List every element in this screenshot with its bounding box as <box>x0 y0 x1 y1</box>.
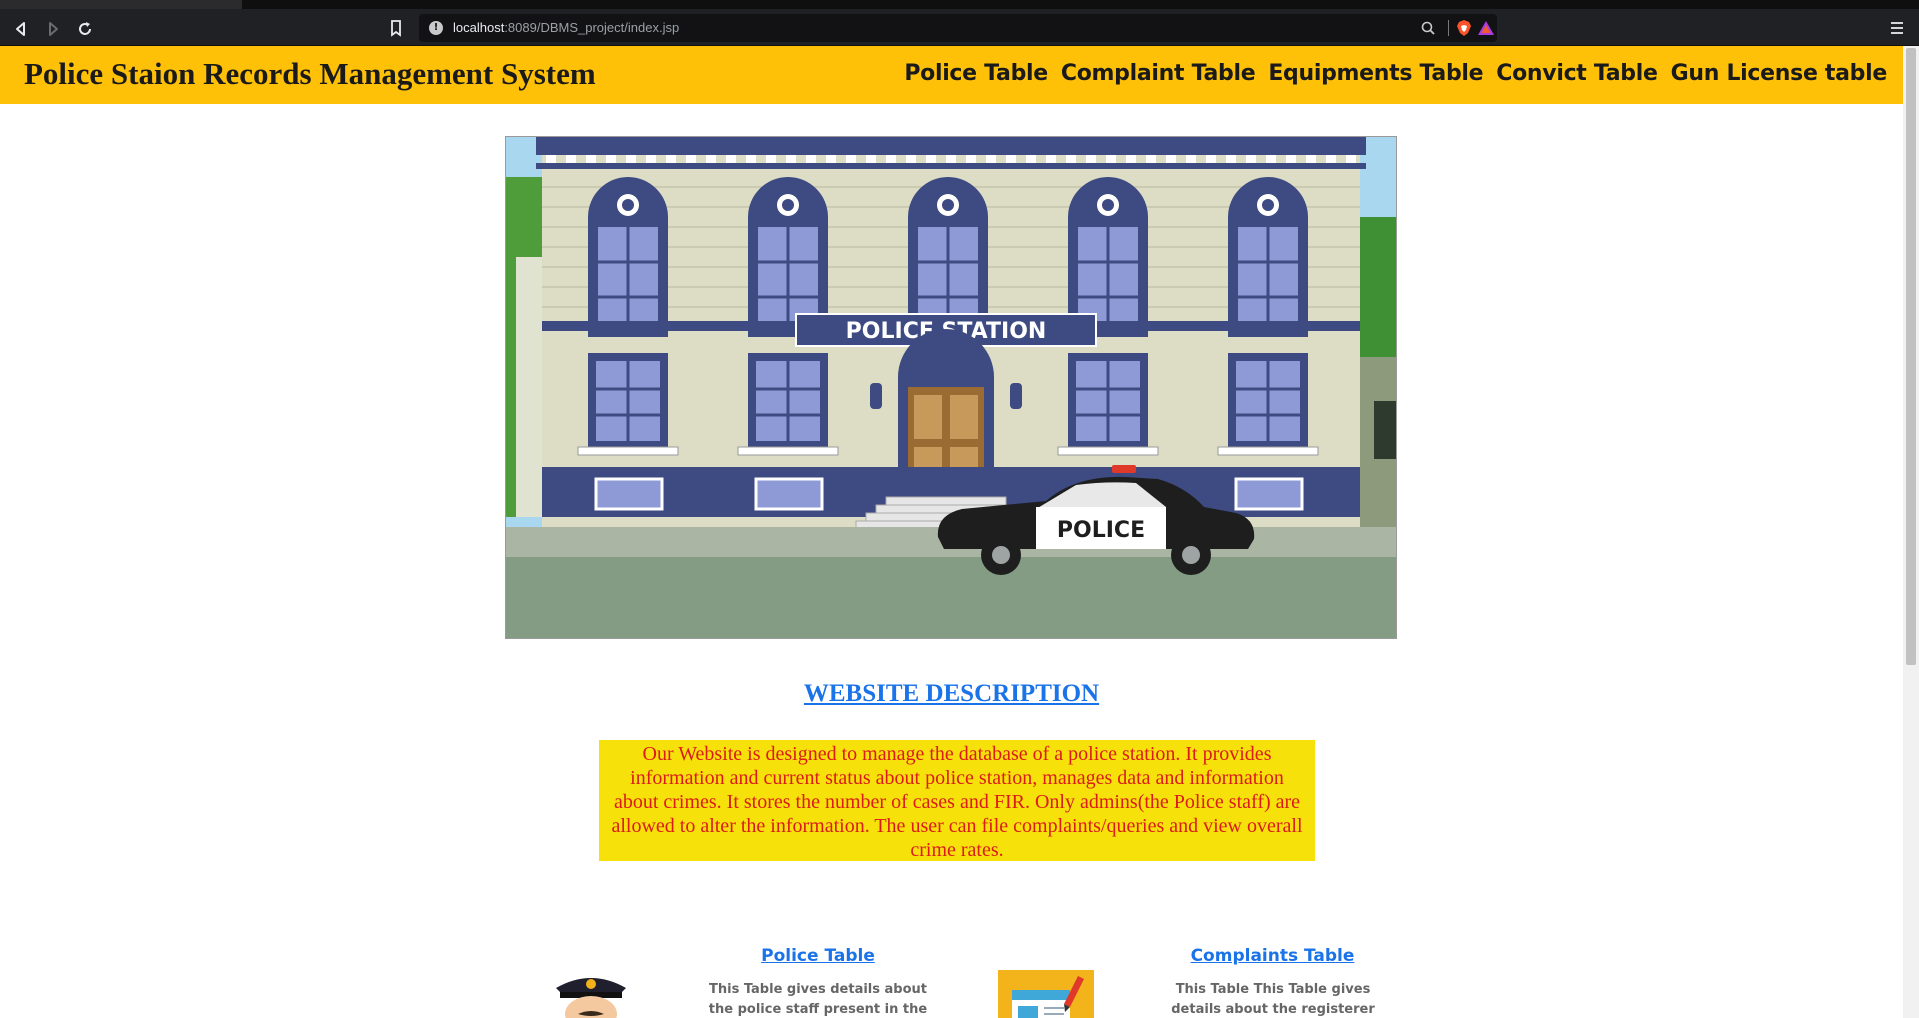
back-icon[interactable] <box>10 18 32 40</box>
card-police-table-text: This Table gives details about the polic… <box>708 982 928 1017</box>
bookmark-icon[interactable] <box>385 17 407 39</box>
nav-police-table[interactable]: Police Table <box>904 61 1048 86</box>
site-info-icon[interactable]: ! <box>429 21 443 35</box>
scrollbar-thumb[interactable] <box>1906 48 1916 665</box>
police-station-illustration: POLICE STATION POLICE <box>505 136 1397 639</box>
nav-complaint-table[interactable]: Complaint Table <box>1061 61 1256 86</box>
nav-convict-table[interactable]: Convict Table <box>1496 61 1658 86</box>
police-officer-icon <box>548 974 634 1018</box>
active-tab[interactable] <box>0 0 242 9</box>
document-icon <box>998 970 1094 1018</box>
brave-rewards-icon[interactable] <box>1477 19 1495 37</box>
brave-shields-icon[interactable] <box>1455 19 1473 37</box>
browser-toolbar: ! localhost:8089/DBMS_project/index.jsp <box>0 9 1919 46</box>
menu-icon[interactable] <box>1886 17 1908 39</box>
card-complaints-table-text: This Table This Table gives details abou… <box>1171 982 1375 1017</box>
url-text[interactable]: localhost:8089/DBMS_project/index.jsp <box>453 20 679 35</box>
forward-icon[interactable] <box>42 18 64 40</box>
card-complaints-table-link[interactable]: Complaints Table <box>1180 946 1365 966</box>
tab-strip <box>0 0 1919 9</box>
website-description-heading[interactable]: WEBSITE DESCRIPTION <box>0 680 1903 708</box>
address-bar[interactable]: ! localhost:8089/DBMS_project/index.jsp <box>419 14 1497 42</box>
nav-gun-license-table[interactable]: Gun License table <box>1671 61 1888 86</box>
car-police-text: POLICE <box>1057 518 1145 543</box>
page-viewport: Police Staion Records Management System … <box>0 46 1903 1018</box>
main-nav: Police Table Complaint Table Equipments … <box>904 61 1887 86</box>
website-description-text: Our Website is designed to manage the da… <box>599 740 1315 861</box>
url-divider <box>1448 20 1449 36</box>
card-police-table-link[interactable]: Police Table <box>738 946 898 966</box>
url-host: localhost <box>453 20 505 35</box>
zoom-icon[interactable] <box>1419 19 1437 37</box>
site-header: Police Staion Records Management System … <box>0 46 1903 104</box>
nav-equipments-table[interactable]: Equipments Table <box>1268 61 1483 86</box>
site-title: Police Staion Records Management System <box>24 56 596 91</box>
reload-icon[interactable] <box>74 18 96 40</box>
url-path: :8089/DBMS_project/index.jsp <box>504 20 680 35</box>
page-scrollbar[interactable] <box>1903 46 1919 1018</box>
